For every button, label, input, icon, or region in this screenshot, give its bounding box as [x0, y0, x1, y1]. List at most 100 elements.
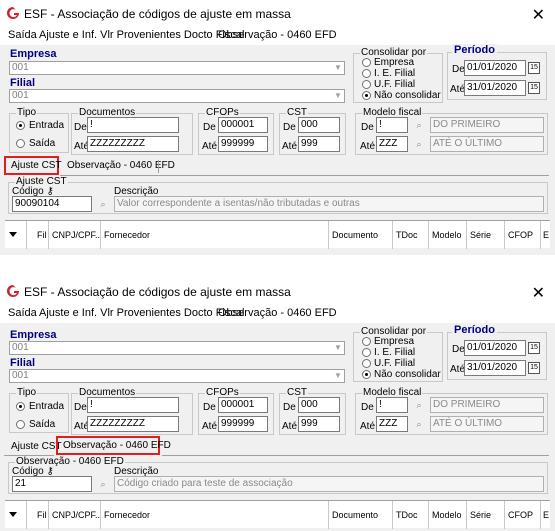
radio-ie-filial[interactable]: [362, 348, 371, 357]
documentos-de-input[interactable]: !: [87, 117, 179, 133]
filial-combo[interactable]: 001 ▼: [9, 369, 345, 383]
title-bar: ESF - Associação de códigos de ajuste em…: [0, 278, 555, 306]
cst-ate-input[interactable]: 999: [298, 136, 340, 152]
chevron-down-icon[interactable]: ▼: [333, 91, 343, 101]
col-documento[interactable]: Documento: [329, 221, 393, 249]
modelo-de-input[interactable]: !: [376, 117, 408, 133]
binoculars-icon[interactable]: ⌕: [94, 197, 112, 212]
radio-nao-consolidar[interactable]: [362, 370, 371, 379]
modelo-de-desc: DO PRIMEIRO: [430, 397, 544, 413]
close-icon[interactable]: ✕: [532, 283, 545, 303]
binoculars-icon[interactable]: ⌕: [410, 137, 428, 152]
col-fornecedor[interactable]: Fornecedor: [101, 501, 329, 529]
col-cfop[interactable]: CFOP: [505, 221, 541, 249]
grid-select-col[interactable]: [5, 221, 27, 249]
chevron-down-icon[interactable]: ▼: [333, 63, 343, 73]
menu-bar: Saída Ajuste e Inf. Vlr Provenientes Doc…: [0, 306, 555, 323]
binoculars-icon[interactable]: ⌕: [410, 398, 428, 413]
documentos-ate-input[interactable]: ZZZZZZZZZ: [87, 416, 179, 432]
cst-de-input[interactable]: 000: [298, 397, 340, 413]
codigo-input[interactable]: 90090104: [12, 196, 92, 212]
title-bar: ESF - Associação de códigos de ajuste em…: [0, 0, 555, 28]
documentos-ate-input[interactable]: ZZZZZZZZZ: [87, 136, 179, 152]
col-fil[interactable]: Fil: [27, 221, 49, 249]
col-cnpj[interactable]: CNPJ/CPF...: [49, 221, 101, 249]
radio-empresa[interactable]: [362, 58, 371, 67]
filial-combo[interactable]: 001 ▼: [9, 89, 345, 103]
radio-uf-filial[interactable]: [362, 80, 371, 89]
filial-label: Filial: [10, 77, 36, 89]
binoculars-icon[interactable]: ⌕: [410, 417, 428, 432]
radio-uf-filial-label: U.F. Filial: [374, 79, 416, 90]
modelo-de-input[interactable]: !: [376, 397, 408, 413]
cfops-de-input[interactable]: 000001: [218, 397, 268, 413]
radio-nao-consolidar[interactable]: [362, 91, 371, 100]
radio-entrada[interactable]: [16, 121, 25, 130]
chevron-down-icon[interactable]: ▼: [333, 371, 343, 381]
col-e[interactable]: E: [541, 501, 550, 529]
col-fil[interactable]: Fil: [27, 501, 49, 529]
codigo-input[interactable]: 21: [12, 476, 92, 492]
grid-header: Fil CNPJ/CPF... Fornecedor Documento TDo…: [5, 500, 550, 529]
col-cfop[interactable]: CFOP: [505, 501, 541, 529]
col-tdoc[interactable]: TDoc: [393, 221, 429, 249]
cfops-ate-input[interactable]: 999999: [218, 136, 268, 152]
menu-observacao[interactable]: Observação - 0460 EFD: [218, 307, 337, 319]
col-documento[interactable]: Documento: [329, 501, 393, 529]
col-serie[interactable]: Série: [467, 221, 505, 249]
periodo-ate-label: Até: [450, 84, 466, 95]
cfops-de-input[interactable]: 000001: [218, 117, 268, 133]
tab-ajuste-cst[interactable]: Ajuste CST: [11, 441, 62, 453]
modelo-ate-input[interactable]: ZZZ: [376, 136, 408, 152]
cst-de-input[interactable]: 000: [298, 117, 340, 133]
menu-saida[interactable]: Saída: [8, 307, 37, 319]
cst-ate-input[interactable]: 999: [298, 416, 340, 432]
cst-de-label: De: [283, 402, 296, 413]
radio-empresa[interactable]: [362, 337, 371, 346]
col-serie[interactable]: Série: [467, 501, 505, 529]
calendar-icon[interactable]: 15: [528, 342, 540, 354]
radio-entrada[interactable]: [16, 402, 25, 411]
menu-ajuste[interactable]: Ajuste e Inf. Vlr Provenientes Docto Fis…: [39, 307, 244, 319]
radio-nao-consolidar-label: Não consolidar: [374, 369, 441, 380]
col-tdoc[interactable]: TDoc: [393, 501, 429, 529]
radio-uf-filial-label: U.F. Filial: [374, 358, 416, 369]
close-icon[interactable]: ✕: [532, 5, 545, 25]
radio-uf-filial[interactable]: [362, 359, 371, 368]
periodo-ate-input[interactable]: 31/01/2020: [464, 80, 526, 96]
chevron-down-icon[interactable]: ▼: [333, 343, 343, 353]
empresa-combo[interactable]: 001 ▼: [9, 61, 345, 75]
calendar-icon[interactable]: 15: [528, 62, 540, 74]
tab-ajuste-cst[interactable]: Ajuste CST: [11, 160, 62, 172]
periodo-de-input[interactable]: 01/01/2020: [464, 340, 526, 356]
radio-ie-filial[interactable]: [362, 69, 371, 78]
binoculars-icon[interactable]: ⌕: [410, 118, 428, 133]
radio-saida[interactable]: [16, 139, 25, 148]
col-modelo[interactable]: Modelo: [429, 221, 467, 249]
periodo-de-input[interactable]: 01/01/2020: [464, 60, 526, 76]
col-modelo[interactable]: Modelo: [429, 501, 467, 529]
calendar-icon[interactable]: 15: [528, 82, 540, 94]
radio-saida[interactable]: [16, 420, 25, 429]
empresa-combo[interactable]: 001 ▼: [9, 341, 345, 355]
cfops-ate-input[interactable]: 999999: [218, 416, 268, 432]
documentos-de-input[interactable]: !: [87, 397, 179, 413]
col-e[interactable]: E: [541, 221, 550, 249]
col-fornecedor[interactable]: Fornecedor: [101, 221, 329, 249]
periodo-ate-input[interactable]: 31/01/2020: [464, 360, 526, 376]
grid-header: Fil CNPJ/CPF... Fornecedor Documento TDo…: [5, 220, 550, 249]
tab-observacao[interactable]: Observação - 0460 EFD: [63, 440, 171, 452]
calendar-icon[interactable]: 15: [528, 362, 540, 374]
separator-gap: [0, 255, 555, 278]
binoculars-icon[interactable]: ⌕: [94, 477, 112, 492]
menu-saida[interactable]: Saída: [8, 29, 37, 41]
menu-ajuste[interactable]: Ajuste e Inf. Vlr Provenientes Docto Fis…: [39, 29, 244, 41]
app-logo-icon: [7, 7, 19, 19]
documentos-de-label: De: [74, 402, 87, 413]
modelo-ate-input[interactable]: ZZZ: [376, 416, 408, 432]
col-cnpj[interactable]: CNPJ/CPF...: [49, 501, 101, 529]
modelo-de-desc: DO PRIMEIRO: [430, 117, 544, 133]
grid-select-col[interactable]: [5, 501, 27, 529]
menu-observacao[interactable]: Observação - 0460 EFD: [218, 29, 337, 41]
periodo-de-label: De: [452, 344, 465, 355]
